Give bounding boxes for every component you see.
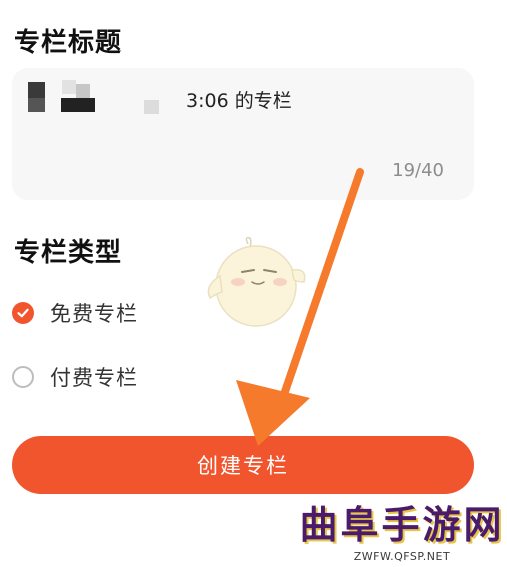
redacted-pixel-block [144,100,159,114]
radio-checked-icon[interactable] [12,302,34,324]
column-title-heading: 专栏标题 [14,28,123,58]
option-free-column[interactable]: 免费专栏 [12,298,138,328]
mascot-watermark-icon [207,236,306,327]
create-column-page: 专栏标题 3:06 的专栏 19/40 专栏类型 免费专栏 付费专栏 创建专栏 … [0,0,507,567]
checkmark-icon [17,308,29,318]
option-paid-column[interactable]: 付费专栏 [12,362,138,392]
site-watermark: 曲阜手游网 ZWFW.QFSP.NET [298,502,506,566]
option-paid-label: 付费专栏 [50,366,138,390]
redacted-pixel-block [76,84,90,98]
watermark-logo-text: 曲阜手游网 [299,502,505,547]
radio-unchecked-icon[interactable] [12,366,34,388]
redacted-pixel-block [28,82,45,98]
watermark-url: ZWFW.QFSP.NET [353,550,451,563]
title-char-counter: 19/40 [392,160,444,181]
option-free-label: 免费专栏 [50,302,138,326]
redacted-pixel-block [28,98,45,112]
column-title-value: 3:06 的专栏 [186,90,292,112]
redacted-pixel-block [62,80,76,94]
create-column-button[interactable]: 创建专栏 [12,436,474,494]
column-type-heading: 专栏类型 [14,238,123,268]
redacted-pixel-block [61,98,95,112]
column-title-input[interactable]: 3:06 的专栏 19/40 [12,68,474,200]
